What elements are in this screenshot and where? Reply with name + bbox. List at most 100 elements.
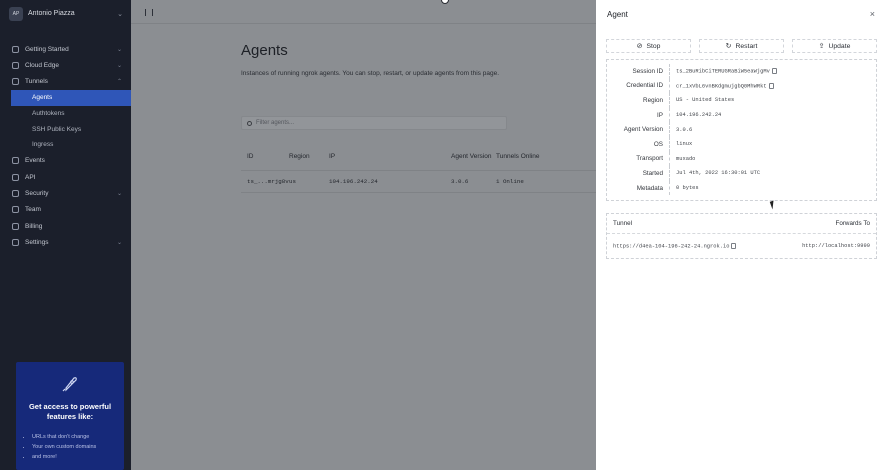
sidebar-item-settings[interactable]: Settings ⌄ bbox=[0, 235, 131, 251]
sidebar-item-label: Security bbox=[25, 190, 49, 198]
promo-bullet: Your own custom domains bbox=[32, 442, 116, 452]
detail-value: 0 bytes bbox=[676, 185, 699, 192]
agents-table: ID Region IP Agent Version Tunnels Onlin… bbox=[241, 143, 596, 193]
detail-value: Jul 4th, 2022 16:30:01 UTC bbox=[676, 170, 761, 177]
sidebar-item-team[interactable]: Team bbox=[0, 202, 131, 218]
sidebar-item-events[interactable]: Events bbox=[0, 153, 131, 169]
agent-details: Session ID ts_2BuRibCiTERUGRaBiW5eaWjgMv … bbox=[606, 59, 877, 202]
copy-icon[interactable] bbox=[768, 82, 774, 89]
sidebar-item-ssh-public-keys[interactable]: SSH Public Keys bbox=[0, 121, 131, 137]
gear-icon bbox=[12, 239, 19, 247]
copy-icon[interactable] bbox=[731, 243, 737, 250]
table-row[interactable]: ts_...mrjg8v us 104.196.242.24 3.0.6 1 O… bbox=[241, 171, 596, 193]
sidebar: AP Antonio Piazza ⌄ Getting Started ⌄ Clo… bbox=[0, 0, 131, 470]
page-title: Agents bbox=[241, 42, 288, 59]
account-switcher[interactable]: AP Antonio Piazza ⌄ bbox=[0, 0, 131, 27]
sidebar-item-label: Billing bbox=[25, 222, 43, 230]
detail-row-started: Started Jul 4th, 2022 16:30:01 UTC bbox=[607, 166, 876, 181]
detail-row-credential-id: Credential ID cr_1xVbL6vnBKdgmujgbQ0MhWRk… bbox=[607, 78, 876, 94]
detail-value: ts_2BuRibCiTERUGRaBiW5eaWjgMv bbox=[670, 68, 777, 75]
copy-icon[interactable] bbox=[771, 68, 777, 75]
sidebar-item-label: Settings bbox=[25, 239, 49, 247]
detail-value: US - United States bbox=[676, 97, 735, 104]
detail-label: Region bbox=[607, 93, 670, 108]
drawer-header: Agent × bbox=[596, 0, 887, 28]
tunnel-row: https://d4ea-104-196-242-24.ngrok.io htt… bbox=[607, 234, 876, 258]
sidebar-item-getting-started[interactable]: Getting Started ⌄ bbox=[0, 41, 131, 57]
agent-drawer: Agent × ⊘ Stop ↻ Restart ⇪ Update Session I… bbox=[596, 0, 887, 470]
sidebar-nav: Getting Started ⌄ Cloud Edge ⌄ Tunnels ⌃ Ag… bbox=[0, 41, 131, 251]
column-header-tunnels-online[interactable]: Tunnels Online bbox=[496, 153, 596, 160]
sidebar-item-agents[interactable]: Agents bbox=[11, 90, 131, 106]
detail-row-region: Region US - United States bbox=[607, 93, 876, 108]
sidebar-item-label: Getting Started bbox=[25, 45, 69, 53]
sidebar-item-tunnels[interactable]: Tunnels ⌃ bbox=[0, 74, 131, 90]
session-id-value: ts_2BuRibCiTERUGRaBiW5eaWjgMv bbox=[676, 68, 770, 75]
search-input[interactable]: Filter agents... bbox=[241, 116, 507, 130]
sidebar-item-label: Events bbox=[25, 157, 45, 165]
detail-label: IP bbox=[607, 107, 670, 123]
close-icon[interactable]: × bbox=[870, 9, 875, 19]
detail-label: Metadata bbox=[607, 180, 670, 196]
collapse-sidebar-icon[interactable] bbox=[145, 9, 153, 16]
detail-label: Started bbox=[607, 166, 670, 181]
detail-row-ip: IP 104.196.242.24 bbox=[607, 107, 876, 123]
cell-region: us bbox=[289, 178, 296, 185]
chevron-down-icon: ⌄ bbox=[117, 10, 123, 18]
tunnels-table: Tunnel Forwards To https://d4ea-104-196-… bbox=[606, 213, 877, 260]
column-header-forwards-to: Forwards To bbox=[835, 220, 870, 228]
sidebar-item-billing[interactable]: Billing bbox=[0, 218, 131, 234]
tunnel-icon bbox=[12, 78, 19, 86]
billing-icon bbox=[12, 222, 19, 230]
events-icon bbox=[12, 157, 19, 165]
cell-id: ts_...mrjg8v bbox=[247, 178, 289, 185]
sidebar-item-authtokens[interactable]: Authtokens bbox=[0, 106, 131, 122]
detail-value: muxado bbox=[676, 155, 696, 162]
detail-row-agent-version: Agent Version 3.0.6 bbox=[607, 122, 876, 137]
drawer-title: Agent bbox=[607, 9, 628, 19]
detail-label: Transport bbox=[607, 151, 670, 167]
sidebar-item-label: Cloud Edge bbox=[25, 62, 59, 70]
chevron-up-icon: ⌃ bbox=[116, 79, 122, 86]
rocket-icon bbox=[12, 45, 19, 53]
sidebar-item-ingress[interactable]: Ingress bbox=[0, 137, 131, 153]
sidebar-item-security[interactable]: Security ⌄ bbox=[0, 185, 131, 201]
detail-value: linux bbox=[676, 141, 693, 148]
sidebar-item-cloud-edge[interactable]: Cloud Edge ⌄ bbox=[0, 57, 131, 73]
column-header-region[interactable]: Region bbox=[289, 153, 329, 160]
tunnel-url-text[interactable]: https://d4ea-104-196-242-24.ngrok.io bbox=[613, 244, 729, 250]
detail-label: Agent Version bbox=[607, 122, 670, 137]
cloud-icon bbox=[12, 62, 19, 70]
search-icon bbox=[247, 120, 252, 126]
table-header: ID Region IP Agent Version Tunnels Onlin… bbox=[241, 143, 596, 171]
promo-list: URLs that don't change Your own custom d… bbox=[24, 432, 116, 462]
shield-icon bbox=[12, 190, 19, 198]
detail-label: OS bbox=[607, 136, 670, 152]
column-header-agent-version[interactable]: Agent Version bbox=[451, 152, 496, 161]
cell-version: 3.0.6 bbox=[451, 178, 469, 185]
page-description: Instances of running ngrok agents. You c… bbox=[241, 70, 499, 77]
account-name: Antonio Piazza bbox=[28, 10, 75, 17]
stop-button[interactable]: ⊘ Stop bbox=[606, 39, 691, 53]
sidebar-item-label: Team bbox=[25, 206, 41, 214]
chevron-down-icon: ⌄ bbox=[116, 240, 122, 247]
detail-value: cr_1xVbL6vnBKdgmujgbQ0MhWRkt bbox=[670, 82, 774, 89]
avatar: AP bbox=[9, 6, 23, 21]
sidebar-item-label: Tunnels bbox=[25, 78, 48, 86]
detail-label: Session ID bbox=[607, 64, 670, 79]
column-header-ip[interactable]: IP bbox=[329, 153, 451, 160]
column-header-id[interactable]: ID bbox=[241, 153, 289, 160]
chevron-down-icon: ⌄ bbox=[116, 46, 122, 53]
sidebar-item-api[interactable]: API bbox=[0, 169, 131, 185]
update-label: Update bbox=[828, 42, 851, 50]
update-button[interactable]: ⇪ Update bbox=[792, 39, 877, 53]
restart-button[interactable]: ↻ Restart bbox=[699, 39, 784, 53]
promo-bullet: and more! bbox=[32, 452, 116, 462]
main-content: Agents Instances of running ngrok agents… bbox=[131, 0, 596, 470]
api-icon bbox=[12, 173, 19, 181]
chevron-down-icon: ⌄ bbox=[116, 191, 122, 198]
detail-value: 3.0.6 bbox=[676, 126, 693, 133]
cell-ip: 104.196.242.24 bbox=[329, 178, 378, 185]
rocket-icon bbox=[62, 377, 77, 392]
upgrade-promo: Get access to powerful features like: UR… bbox=[16, 362, 124, 470]
